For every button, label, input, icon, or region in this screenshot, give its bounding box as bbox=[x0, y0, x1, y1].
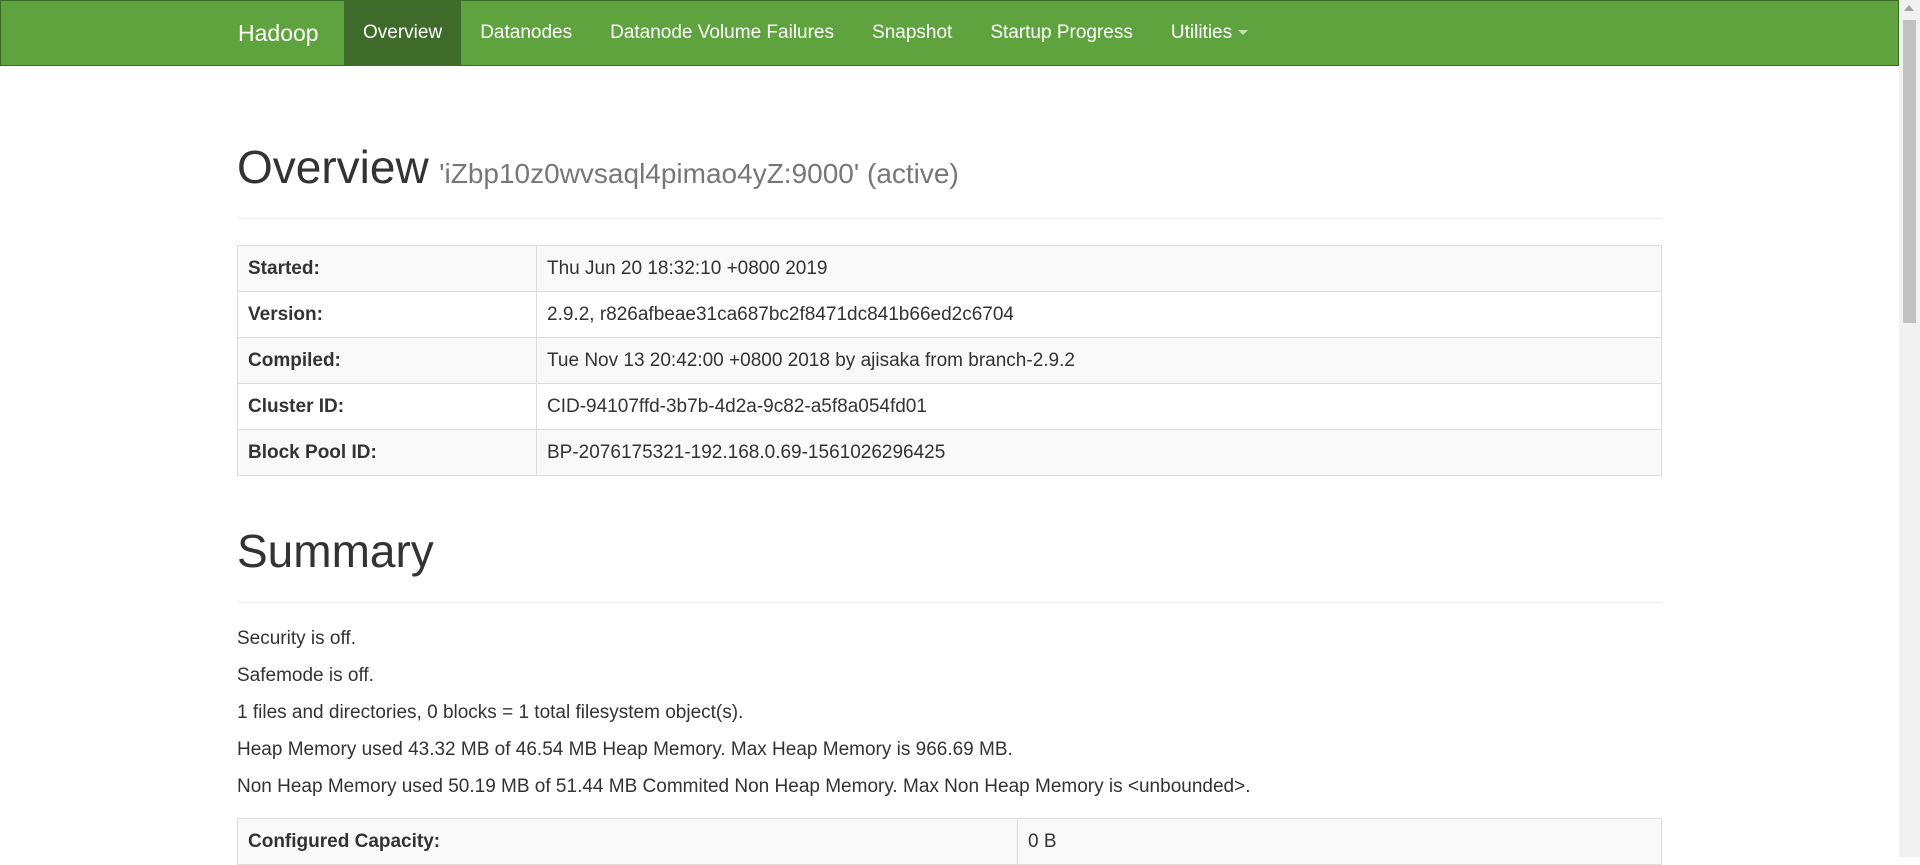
page-title: Overview bbox=[237, 141, 429, 193]
row-value: 0 B bbox=[1017, 818, 1662, 865]
heap-memory: Heap Memory used 43.32 MB of 46.54 MB He… bbox=[237, 739, 1013, 760]
table-row: Configured Capacity: 0 B bbox=[237, 818, 1662, 865]
table-row: Block Pool ID: BP-2076175321-192.168.0.6… bbox=[237, 429, 1662, 476]
scroll-up-arrow-icon[interactable] bbox=[1904, 5, 1914, 11]
capacity-table: Configured Capacity: 0 B bbox=[237, 818, 1662, 865]
brand-logo[interactable]: Hadoop bbox=[238, 1, 319, 65]
scroll-thumb[interactable] bbox=[1903, 20, 1916, 323]
non-heap-memory: Non Heap Memory used 50.19 MB of 51.44 M… bbox=[237, 776, 1251, 797]
row-label: Compiled: bbox=[237, 337, 537, 384]
overview-table: Started: Thu Jun 20 18:32:10 +0800 2019 … bbox=[237, 245, 1662, 476]
row-value: Thu Jun 20 18:32:10 +0800 2019 bbox=[536, 245, 1662, 292]
summary-header: Summary bbox=[237, 524, 1662, 603]
table-row: Started: Thu Jun 20 18:32:10 +0800 2019 bbox=[237, 245, 1662, 292]
main-content: Overview 'iZbp10z0wvsaql4pimao4yZ:9000' … bbox=[237, 66, 1662, 865]
row-value: CID-94107ffd-3b7b-4d2a-9c82-a5f8a054fd01 bbox=[536, 383, 1662, 430]
nav-menu: Overview Datanodes Datanode Volume Failu… bbox=[344, 1, 1267, 65]
safemode-status: Safemode is off. bbox=[237, 665, 374, 686]
summary-lines: Security is off. Safemode is off. 1 file… bbox=[237, 629, 1662, 814]
vertical-scrollbar[interactable] bbox=[1899, 0, 1920, 857]
nav-snapshot[interactable]: Snapshot bbox=[853, 1, 971, 65]
row-value: 2.9.2, r826afbeae31ca687bc2f8471dc841b66… bbox=[536, 291, 1662, 338]
row-value: BP-2076175321-192.168.0.69-1561026296425 bbox=[536, 429, 1662, 476]
nav-datanodes[interactable]: Datanodes bbox=[461, 1, 591, 65]
row-label: Version: bbox=[237, 291, 537, 338]
nav-datanode-volume-failures[interactable]: Datanode Volume Failures bbox=[591, 1, 853, 65]
summary-title: Summary bbox=[237, 525, 434, 577]
filesystem-objects: 1 files and directories, 0 blocks = 1 to… bbox=[237, 702, 744, 723]
row-label: Block Pool ID: bbox=[237, 429, 537, 476]
row-value: Tue Nov 13 20:42:00 +0800 2018 by ajisak… bbox=[536, 337, 1662, 384]
row-label: Cluster ID: bbox=[237, 383, 537, 430]
row-label: Configured Capacity: bbox=[237, 818, 1018, 865]
overview-header: Overview 'iZbp10z0wvsaql4pimao4yZ:9000' … bbox=[237, 140, 1662, 219]
table-row: Cluster ID: CID-94107ffd-3b7b-4d2a-9c82-… bbox=[237, 383, 1662, 430]
table-row: Compiled: Tue Nov 13 20:42:00 +0800 2018… bbox=[237, 337, 1662, 384]
top-navbar: Hadoop Overview Datanodes Datanode Volum… bbox=[0, 0, 1899, 66]
table-row: Version: 2.9.2, r826afbeae31ca687bc2f847… bbox=[237, 291, 1662, 338]
nav-utilities-dropdown[interactable]: Utilities bbox=[1152, 1, 1267, 65]
page-subtitle: 'iZbp10z0wvsaql4pimao4yZ:9000' (active) bbox=[439, 158, 959, 189]
caret-down-icon bbox=[1238, 30, 1249, 36]
nav-utilities-label: Utilities bbox=[1170, 22, 1233, 43]
row-label: Started: bbox=[237, 245, 537, 292]
nav-overview[interactable]: Overview bbox=[344, 1, 462, 65]
security-status: Security is off. bbox=[237, 628, 356, 649]
nav-startup-progress[interactable]: Startup Progress bbox=[971, 1, 1152, 65]
